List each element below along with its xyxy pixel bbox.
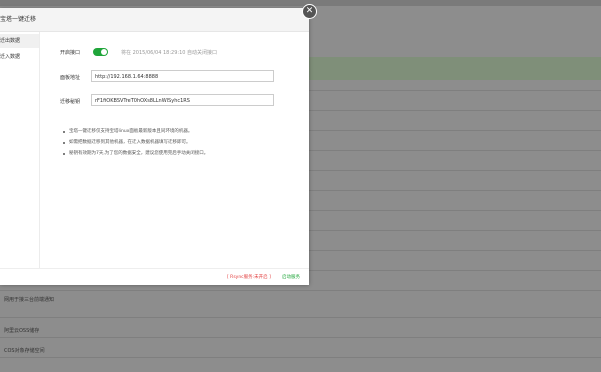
tips-list: 宝塔一键迁移仅支持宝塔linux面板最新版本且同环境的机器。 如需把数据迁移到其… xyxy=(63,126,303,159)
bg-divider xyxy=(0,337,601,338)
api-label: 开启接口 xyxy=(60,50,81,56)
token-label: 迁移秘钥 xyxy=(60,99,81,105)
bg-row-label: 阿里云OSS储存 xyxy=(4,328,40,334)
modal-footer: [ Rsync服务:未开启 ] 启动服务 xyxy=(0,268,309,285)
sidebar-item-export[interactable]: 迁出数据 xyxy=(0,34,39,48)
close-icon[interactable]: ✕ xyxy=(302,4,317,19)
modal-title: 宝塔一键迁移 xyxy=(0,16,37,23)
tip-item: 如需把数据迁移到其他机器，在迁入数据机器填写迁移即可。 xyxy=(63,137,303,148)
start-service-link[interactable]: 启动服务 xyxy=(282,274,300,280)
modal-sidebar: 迁出数据 迁入数据 xyxy=(0,32,40,284)
modal-title-bar: 宝塔一键迁移 xyxy=(0,8,309,32)
bg-row-label: COS对象存储空间 xyxy=(4,348,45,354)
tip-item: 宝塔一键迁移仅支持宝塔linux面板最新版本且同环境的机器。 xyxy=(63,126,303,137)
api-toggle[interactable] xyxy=(93,48,108,56)
toggle-knob xyxy=(101,49,107,55)
bg-row-label: 网用于接三台前端通知 xyxy=(4,297,55,303)
bg-divider xyxy=(0,290,601,291)
sidebar-item-import[interactable]: 迁入数据 xyxy=(0,50,39,64)
bg-divider xyxy=(0,317,601,318)
panel-url-input[interactable]: http://192.168.1.64:8888 xyxy=(91,70,274,82)
migration-modal: 宝塔一键迁移 迁出数据 迁入数据 开启接口 将在 2015/06/04 18:2… xyxy=(0,8,309,285)
bg-top-bar xyxy=(0,0,601,6)
panel-url-label: 面板地址 xyxy=(60,75,81,81)
bg-divider xyxy=(0,357,601,358)
tip-item: 秘钥有效期为7天,为了您的数据安全，建议您使用完后手动关闭接口。 xyxy=(63,148,303,159)
rsync-status: [ Rsync服务:未开启 ] xyxy=(227,275,271,280)
api-hint: 将在 2015/06/04 18:29:10 自动关闭接口 xyxy=(121,50,218,56)
token-input[interactable]: rF1fiOKBSVTreT0hOXs8LLnWlSyhc1RS xyxy=(91,94,274,106)
modal-content: 开启接口 将在 2015/06/04 18:29:10 自动关闭接口 面板地址 … xyxy=(39,32,309,276)
